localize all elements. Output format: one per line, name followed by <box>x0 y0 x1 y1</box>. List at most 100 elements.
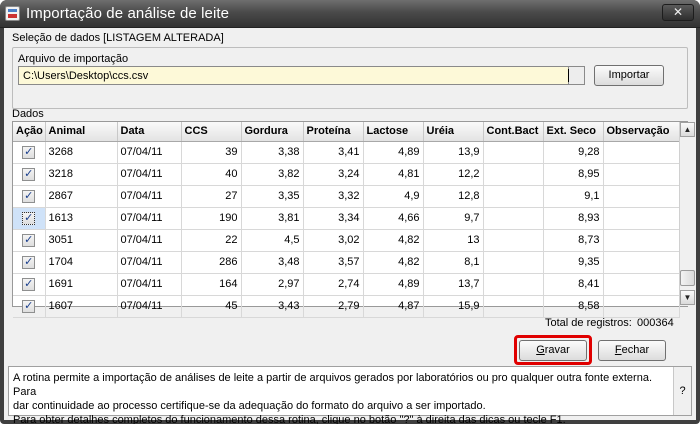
cell-ureia[interactable]: 8,1 <box>423 251 484 274</box>
cell-lactose[interactable]: 4,66 <box>363 207 424 230</box>
cell-data[interactable]: 07/04/11 <box>117 273 182 296</box>
cell-gordura[interactable]: 2,97 <box>241 273 304 296</box>
cell-lactose[interactable]: 4,89 <box>363 273 424 296</box>
title-bar[interactable]: Importação de análise de leite ✕ <box>0 0 700 28</box>
cell-ccs[interactable]: 45 <box>181 295 242 318</box>
table-row[interactable]: ✓ 1613 07/04/11 190 3,81 3,34 4,66 9,7 8,93 <box>13 207 680 230</box>
cell-data[interactable]: 07/04/11 <box>117 229 182 252</box>
scroll-up-icon[interactable]: ▲ <box>680 122 695 137</box>
cell-ccs[interactable]: 22 <box>181 229 242 252</box>
cell-gordura[interactable]: 3,43 <box>241 295 304 318</box>
row-action-cell[interactable]: ✓ <box>13 273 46 296</box>
cell-obs[interactable] <box>603 229 680 252</box>
column-header[interactable]: Gordura <box>241 122 304 142</box>
cell-gordura[interactable]: 3,81 <box>241 207 304 230</box>
cell-ureia[interactable]: 13,9 <box>423 141 484 164</box>
cell-animal[interactable]: 1691 <box>45 273 118 296</box>
cell-gordura[interactable]: 3,38 <box>241 141 304 164</box>
column-header[interactable]: CCS <box>181 122 242 142</box>
cell-extseco[interactable]: 8,58 <box>543 295 604 318</box>
cell-gordura[interactable]: 4,5 <box>241 229 304 252</box>
cell-obs[interactable] <box>603 207 680 230</box>
help-button[interactable]: ? <box>673 367 691 415</box>
table-row[interactable]: ✓ 3268 07/04/11 39 3,38 3,41 4,89 13,9 9,28 <box>13 141 680 164</box>
cell-ccs[interactable]: 164 <box>181 273 242 296</box>
cell-contbact[interactable] <box>483 273 544 296</box>
row-action-cell[interactable]: ✓ <box>13 185 46 208</box>
table-row[interactable]: ✓ 3051 07/04/11 22 4,5 3,02 4,82 13 8,73 <box>13 229 680 252</box>
row-action-cell[interactable]: ✓ <box>13 295 46 318</box>
cell-proteina[interactable]: 3,32 <box>303 185 364 208</box>
row-action-cell[interactable]: ✓ <box>13 141 46 164</box>
cell-lactose[interactable]: 4,82 <box>363 229 424 252</box>
cell-obs[interactable] <box>603 141 680 164</box>
cell-animal[interactable]: 1613 <box>45 207 118 230</box>
cell-animal[interactable]: 1607 <box>45 295 118 318</box>
table-row[interactable]: ✓ 1691 07/04/11 164 2,97 2,74 4,89 13,7 8,41 <box>13 273 680 296</box>
cell-extseco[interactable]: 8,95 <box>543 163 604 186</box>
cell-extseco[interactable]: 9,1 <box>543 185 604 208</box>
cell-data[interactable]: 07/04/11 <box>117 295 182 318</box>
cell-ureia[interactable]: 15,9 <box>423 295 484 318</box>
cell-lactose[interactable]: 4,9 <box>363 185 424 208</box>
cell-obs[interactable] <box>603 251 680 274</box>
row-checkbox[interactable]: ✓ <box>22 145 36 159</box>
cell-proteina[interactable]: 2,79 <box>303 295 364 318</box>
cell-contbact[interactable] <box>483 163 544 186</box>
table-row[interactable]: ✓ 2867 07/04/11 27 3,35 3,32 4,9 12,8 9,1 <box>13 185 680 208</box>
cell-lactose[interactable]: 4,87 <box>363 295 424 318</box>
cell-obs[interactable] <box>603 295 680 318</box>
row-checkbox[interactable]: ✓ <box>22 211 36 225</box>
cell-gordura[interactable]: 3,35 <box>241 185 304 208</box>
row-action-cell[interactable]: ✓ <box>13 229 46 252</box>
cell-lactose[interactable]: 4,81 <box>363 163 424 186</box>
cell-contbact[interactable] <box>483 295 544 318</box>
cell-lactose[interactable]: 4,89 <box>363 141 424 164</box>
column-header[interactable]: Uréia <box>423 122 484 142</box>
cell-ccs[interactable]: 27 <box>181 185 242 208</box>
cell-ureia[interactable]: 13,7 <box>423 273 484 296</box>
cell-proteina[interactable]: 3,24 <box>303 163 364 186</box>
cell-contbact[interactable] <box>483 251 544 274</box>
row-action-cell[interactable]: ✓ <box>13 163 46 186</box>
column-header[interactable]: Ext. Seco <box>543 122 604 142</box>
cell-ccs[interactable]: 39 <box>181 141 242 164</box>
cell-contbact[interactable] <box>483 185 544 208</box>
cell-contbact[interactable] <box>483 229 544 252</box>
cell-gordura[interactable]: 3,82 <box>241 163 304 186</box>
browse-file-button[interactable] <box>569 66 585 85</box>
file-path-input[interactable]: C:\Users\Desktop\ccs.csv <box>18 66 569 85</box>
cell-data[interactable]: 07/04/11 <box>117 185 182 208</box>
cell-obs[interactable] <box>603 163 680 186</box>
cell-contbact[interactable] <box>483 141 544 164</box>
column-header[interactable]: Data <box>117 122 182 142</box>
close-window-button[interactable]: ✕ <box>662 4 694 21</box>
cell-data[interactable]: 07/04/11 <box>117 207 182 230</box>
cell-ureia[interactable]: 12,8 <box>423 185 484 208</box>
table-row[interactable]: ✓ 1607 07/04/11 45 3,43 2,79 4,87 15,9 8,58 <box>13 295 680 318</box>
cell-ccs[interactable]: 40 <box>181 163 242 186</box>
cell-ureia[interactable]: 9,7 <box>423 207 484 230</box>
row-action-cell[interactable]: ✓ <box>13 207 46 230</box>
cell-ccs[interactable]: 190 <box>181 207 242 230</box>
cell-proteina[interactable]: 3,57 <box>303 251 364 274</box>
cell-animal[interactable]: 3268 <box>45 141 118 164</box>
cell-ureia[interactable]: 12,2 <box>423 163 484 186</box>
cell-data[interactable]: 07/04/11 <box>117 251 182 274</box>
save-button[interactable]: Gravar <box>519 340 587 361</box>
cell-data[interactable]: 07/04/11 <box>117 141 182 164</box>
cell-animal[interactable]: 2867 <box>45 185 118 208</box>
cell-obs[interactable] <box>603 185 680 208</box>
vertical-scrollbar[interactable]: ▲ ▼ <box>679 122 695 306</box>
cell-data[interactable]: 07/04/11 <box>117 163 182 186</box>
cell-ureia[interactable]: 13 <box>423 229 484 252</box>
row-checkbox[interactable]: ✓ <box>22 167 36 181</box>
cell-animal[interactable]: 1704 <box>45 251 118 274</box>
column-header[interactable]: Animal <box>45 122 118 142</box>
column-header[interactable]: Cont.Bact <box>483 122 544 142</box>
row-checkbox[interactable]: ✓ <box>22 233 36 247</box>
column-header[interactable]: Ação <box>13 122 46 142</box>
cell-extseco[interactable]: 8,41 <box>543 273 604 296</box>
cell-extseco[interactable]: 9,28 <box>543 141 604 164</box>
cell-animal[interactable]: 3218 <box>45 163 118 186</box>
